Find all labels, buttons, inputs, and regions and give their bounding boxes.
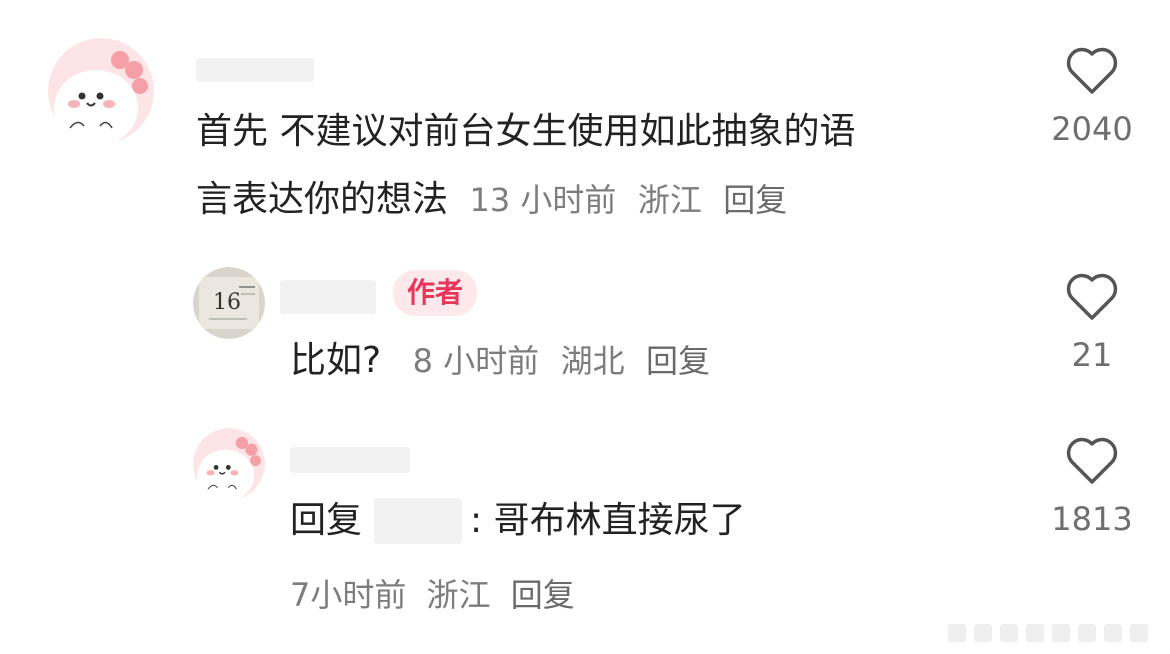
watermark-block: [1104, 624, 1122, 642]
reply-prefix: 回复: [290, 500, 363, 541]
comment-region: 浙江: [426, 576, 491, 614]
comment-2: 16 作者 比如? 8 小时前 湖北 回复 21: [0, 250, 1170, 410]
heart-icon[interactable]: [1064, 270, 1120, 322]
comment-text-row: 比如? 8 小时前 湖北 回复: [290, 332, 710, 390]
mentioned-user-redacted[interactable]: [374, 498, 463, 544]
reply-button[interactable]: 回复: [646, 342, 710, 380]
like-count: 2040: [1051, 110, 1133, 148]
comment-text-line1: 首先 不建议对前台女生使用如此抽象的语: [196, 111, 856, 152]
like-group: 2040: [1022, 44, 1162, 148]
svg-text:16: 16: [213, 290, 241, 315]
author-badge: 作者: [393, 270, 478, 316]
comment-text: : 哥布林直接尿了: [470, 500, 746, 541]
like-group: 21: [1022, 270, 1162, 374]
reply-button[interactable]: 回复: [723, 181, 787, 219]
watermark-block: [948, 624, 966, 642]
comment-meta-row: 7小时前 浙江 回复: [290, 570, 575, 616]
dino-avatar-icon[interactable]: [193, 428, 265, 500]
dino-avatar-icon[interactable]: [48, 38, 154, 144]
watermark-block: [1026, 624, 1044, 642]
comment-time: 7小时前: [290, 576, 407, 614]
comment-text-line2: 言表达你的想法: [196, 179, 449, 220]
watermark-block: [1052, 624, 1070, 642]
like-count: 21: [1071, 336, 1113, 374]
like-group: 1813: [1022, 434, 1162, 538]
comment-region: 浙江: [637, 181, 702, 219]
watermark: [948, 624, 1148, 642]
comment-time: 8 小时前: [412, 342, 540, 380]
heart-icon[interactable]: [1064, 434, 1120, 486]
comment-text-row: 回复 : 哥布林直接尿了: [290, 492, 746, 550]
comment-text: 比如?: [290, 340, 382, 381]
reply-button[interactable]: 回复: [511, 576, 575, 614]
username-redacted[interactable]: [196, 58, 314, 82]
like-count: 1813: [1051, 500, 1133, 538]
watermark-block: [1130, 624, 1148, 642]
heart-icon[interactable]: [1064, 44, 1120, 96]
watermark-block: [1078, 624, 1096, 642]
comment-text-line2-row: 言表达你的想法 13 小时前 浙江 回复: [196, 171, 787, 229]
comment-1: 首先 不建议对前台女生使用如此抽象的语 言表达你的想法 13 小时前 浙江 回复…: [0, 0, 1170, 230]
comment-region: 湖北: [560, 342, 625, 380]
watermark-block: [974, 624, 992, 642]
username-redacted[interactable]: [280, 280, 376, 314]
comment-time: 13 小时前: [469, 181, 617, 219]
watermark-block: [1000, 624, 1018, 642]
calendar-avatar-icon[interactable]: 16: [193, 267, 265, 339]
username-redacted[interactable]: [290, 447, 410, 473]
comment-3: 回复 : 哥布林直接尿了 7小时前 浙江 回复 1813: [0, 420, 1170, 620]
